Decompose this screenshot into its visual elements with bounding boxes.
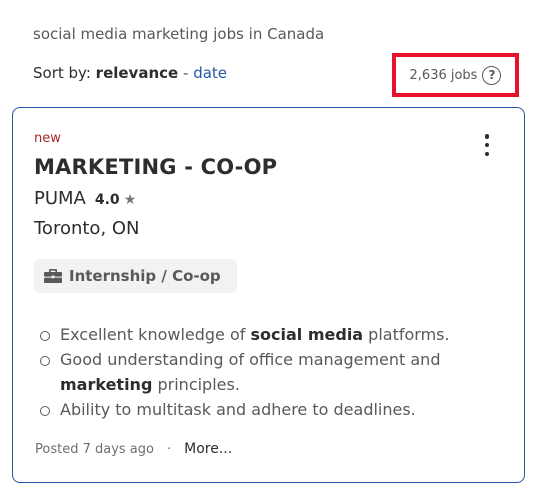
job-count-highlight: 2,636 jobs ? (392, 53, 519, 97)
job-count: 2,636 jobs (409, 67, 478, 83)
job-type-chip: Internship / Co-op (34, 259, 237, 293)
sort-separator: - (182, 64, 189, 82)
snippet-item: Good understanding of office management … (38, 347, 498, 397)
sort-by-date-link[interactable]: date (193, 64, 227, 82)
briefcase-icon (44, 269, 62, 283)
kebab-menu-icon[interactable] (475, 132, 499, 158)
kebab-dot (484, 142, 490, 148)
more-link[interactable]: More... (184, 441, 232, 457)
company-rating: 4.0 (94, 192, 120, 208)
kebab-dot (484, 134, 490, 139)
posted-date: Posted 7 days ago (35, 441, 154, 457)
sort-label: Sort by: (33, 64, 91, 82)
sort-controls: Sort by: relevance - date (33, 64, 227, 82)
kebab-dot (484, 151, 490, 156)
footer-separator: · (166, 441, 172, 457)
snippet-item: Excellent knowledge of social media plat… (38, 322, 498, 347)
new-badge: new (34, 131, 61, 146)
job-location: Toronto, ON (34, 218, 140, 239)
job-type-label: Internship / Co-op (69, 267, 221, 285)
job-title[interactable]: MARKETING - CO-OP (34, 155, 277, 179)
job-card-footer: Posted 7 days ago · More... (35, 441, 232, 457)
search-query-text: social media marketing jobs in Canada (33, 25, 325, 43)
job-snippet: Excellent knowledge of social media plat… (38, 322, 498, 422)
question-circle-icon[interactable]: ? (482, 65, 502, 85)
sort-relevance: relevance (95, 64, 179, 82)
star-icon: ★ (123, 192, 137, 208)
snippet-item: Ability to multitask and adhere to deadl… (38, 397, 498, 422)
company-row: PUMA 4.0 ★ (34, 188, 136, 209)
job-card[interactable]: new MARKETING - CO-OP PUMA 4.0 ★ Toronto… (12, 107, 525, 483)
company-name[interactable]: PUMA (34, 188, 86, 209)
